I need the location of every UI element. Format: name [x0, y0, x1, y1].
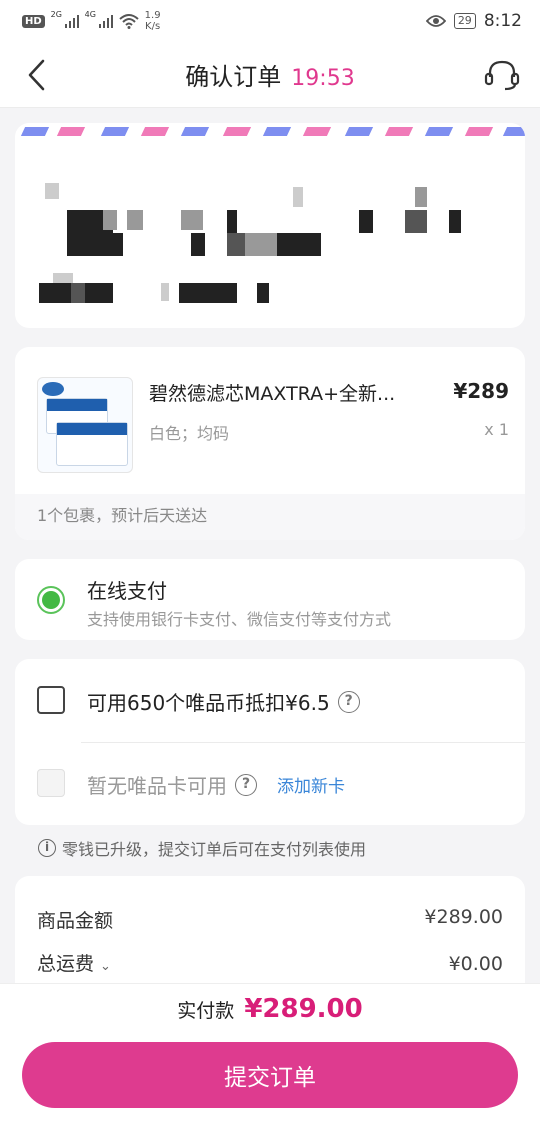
goods-amount-label: 商品金额: [37, 910, 114, 932]
network-type-1: 2G: [50, 10, 62, 19]
eye-comfort-icon: [425, 15, 446, 27]
back-button[interactable]: [18, 56, 54, 94]
vip-card-option: 暂无唯品卡可用 ? 添加新卡: [87, 770, 345, 799]
product-name: 碧然德滤芯MAXTRA+全新...: [149, 383, 396, 405]
speed-unit: K/s: [145, 21, 161, 32]
wifi-icon: [119, 14, 139, 29]
submit-order-button[interactable]: 提交订单: [22, 1042, 518, 1108]
payment-method-card[interactable]: 在线支付 支持使用银行卡支付、微信支付等支付方式: [15, 559, 525, 640]
goods-amount-row: 商品金额 ¥289.00: [37, 906, 503, 933]
info-icon: i: [38, 839, 56, 857]
chevron-down-icon: ⌄: [100, 959, 111, 974]
hd-badge: HD: [22, 14, 45, 28]
divider: [81, 742, 525, 743]
signal-icon-2: 4G: [85, 10, 113, 28]
status-bar: HD 2G 4G 1.9 K/s 29 8:12: [0, 0, 540, 42]
online-payment-radio[interactable]: [37, 586, 65, 614]
clock: 8:12: [483, 11, 522, 31]
goods-amount-value: ¥289.00: [424, 906, 503, 928]
battery-icon: 29: [453, 13, 476, 29]
product-card[interactable]: 碧然德滤芯MAXTRA+全新... ¥289 白色；均码 x 1 1个包裹，预计…: [15, 347, 525, 540]
address-stripe: [15, 123, 525, 139]
status-right: 29 8:12: [425, 11, 522, 31]
payment-description: 支持使用银行卡支付、微信支付等支付方式: [87, 610, 392, 629]
product-quantity: x 1: [484, 420, 509, 439]
delivery-estimate: 1个包裹，预计后天送达: [15, 494, 525, 540]
total-line: 实付款 ¥289.00: [0, 994, 540, 1024]
page-title-text: 确认订单: [185, 63, 282, 91]
total-amount: ¥289.00: [244, 994, 363, 1024]
product-price: ¥289: [453, 379, 509, 403]
shipping-label-group: 总运费 ⌄: [37, 949, 111, 976]
wallet-notice-text: 零钱已升级，提交订单后可在支付列表使用: [62, 840, 367, 859]
customer-service-button[interactable]: [482, 56, 522, 94]
nav-bar: 确认订单 19:53: [0, 42, 540, 108]
coin-option: 可用650个唯品币抵扣¥6.5 ?: [87, 687, 360, 716]
radio-dot-icon: [42, 591, 60, 609]
status-left: HD 2G 4G 1.9 K/s: [22, 10, 426, 32]
headset-icon: [484, 60, 520, 91]
discount-card: 可用650个唯品币抵扣¥6.5 ? 暂无唯品卡可用 ? 添加新卡: [15, 659, 525, 825]
address-card[interactable]: [15, 123, 525, 328]
coin-help-icon[interactable]: ?: [337, 690, 360, 713]
page-title: 确认订单 19:53: [185, 57, 354, 92]
product-spec: 白色；均码: [149, 424, 230, 443]
payment-countdown: 19:53: [291, 66, 355, 91]
shipping-value: ¥0.00: [448, 953, 503, 975]
shipping-label: 总运费: [37, 953, 95, 975]
coin-checkbox[interactable]: [37, 686, 65, 714]
coin-label: 可用650个唯品币抵扣¥6.5: [87, 691, 330, 715]
add-card-link[interactable]: 添加新卡: [277, 772, 345, 797]
brita-logo-icon: [42, 382, 64, 396]
checkout-bar: 实付款 ¥289.00 提交订单: [0, 983, 540, 1122]
vip-card-checkbox: [37, 769, 65, 797]
network-speed: 1.9 K/s: [145, 10, 161, 32]
network-type-2: 4G: [84, 10, 96, 19]
vip-card-help-icon[interactable]: ?: [235, 773, 257, 796]
speed-value: 1.9: [144, 10, 161, 21]
payment-title: 在线支付: [87, 579, 167, 603]
shipping-row[interactable]: 总运费 ⌄ ¥0.00: [37, 949, 503, 976]
signal-icon-1: 2G: [51, 10, 79, 28]
total-label: 实付款: [177, 1000, 235, 1022]
wallet-notice: i 零钱已升级，提交订单后可在支付列表使用: [38, 836, 366, 860]
product-thumbnail: [37, 377, 133, 473]
chevron-left-icon: [28, 59, 45, 91]
vip-card-label: 暂无唯品卡可用: [87, 774, 227, 798]
